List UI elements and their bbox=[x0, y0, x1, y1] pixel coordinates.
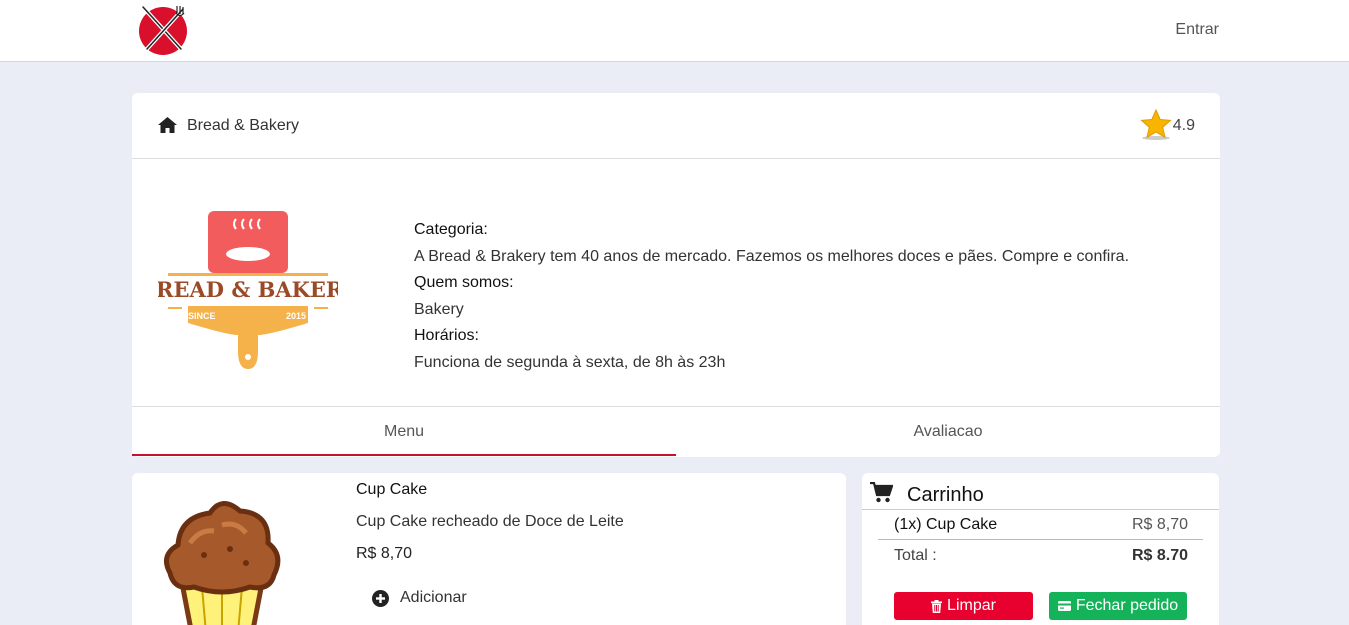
about-label: Quem somos: bbox=[414, 274, 514, 291]
add-label: Adicionar bbox=[400, 589, 467, 606]
category-label: Categoria: bbox=[414, 221, 488, 238]
store-tabs: Menu Avaliacao bbox=[132, 407, 1220, 456]
bakery-logo: BREAD & BAKERY SINCE 2015 bbox=[158, 211, 338, 369]
cart-panel: Carrinho (1x) Cup Cake R$ 8,70 Total : R… bbox=[862, 473, 1219, 625]
trash-icon bbox=[931, 599, 943, 613]
cart-header: Carrinho bbox=[862, 473, 1219, 510]
cart-total-value: R$ 8.70 bbox=[1131, 547, 1188, 564]
login-link[interactable]: Entrar bbox=[1175, 21, 1219, 39]
cart-item-price: R$ 8,70 bbox=[1131, 516, 1188, 533]
product-name: Cup Cake bbox=[356, 481, 428, 498]
cart-item-label: (1x) Cup Cake bbox=[894, 516, 998, 533]
product-card: Cup Cake Cup Cake recheado de Doce de Le… bbox=[132, 473, 846, 625]
hours-value: Funciona de segunda à sexta, de 8h às 23… bbox=[414, 354, 726, 371]
shopping-cart-icon bbox=[870, 482, 893, 503]
home-icon bbox=[158, 117, 177, 133]
cart-total: Total : R$ 8.70 bbox=[878, 540, 1203, 574]
product-price: R$ 8,70 bbox=[356, 545, 413, 562]
product-description: Cup Cake recheado de Doce de Leite bbox=[356, 513, 624, 530]
star-icon bbox=[1140, 109, 1172, 140]
svg-text:SINCE: SINCE bbox=[188, 311, 216, 321]
store-card: Bread & Bakery 4.9 BREAD & BAKERY SINCE … bbox=[132, 93, 1220, 457]
top-navbar: Entrar bbox=[0, 0, 1349, 62]
store-header: Bread & Bakery 4.9 bbox=[132, 93, 1220, 159]
restaurant-logo-icon[interactable] bbox=[137, 3, 189, 55]
hours-label: Horários: bbox=[414, 327, 479, 344]
add-to-cart-button[interactable]: Adicionar bbox=[372, 589, 467, 607]
store-name: Bread & Bakery bbox=[187, 117, 300, 134]
tab-menu[interactable]: Menu bbox=[132, 407, 676, 456]
plus-circle-icon bbox=[372, 589, 389, 607]
clear-cart-button[interactable]: Limpar bbox=[894, 592, 1033, 620]
tab-avaliacao[interactable]: Avaliacao bbox=[676, 407, 1220, 456]
cart-title: Carrinho bbox=[907, 484, 984, 506]
svg-text:2015: 2015 bbox=[286, 311, 306, 321]
category-value: A Bread & Brakery tem 40 anos de mercado… bbox=[414, 248, 1130, 265]
cart-total-label: Total : bbox=[894, 547, 937, 564]
store-rating: 4.9 bbox=[1172, 117, 1195, 134]
cupcake-image bbox=[163, 501, 281, 625]
svg-text:BREAD & BAKERY: BREAD & BAKERY bbox=[158, 277, 338, 302]
about-value: Bakery bbox=[414, 301, 464, 318]
clear-cart-label: Limpar bbox=[947, 597, 996, 614]
checkout-button[interactable]: Fechar pedido bbox=[1049, 592, 1187, 620]
store-info: Categoria: A Bread & Brakery tem 40 anos… bbox=[414, 219, 1194, 378]
cart-item: (1x) Cup Cake R$ 8,70 bbox=[878, 510, 1203, 540]
store-info-section: BREAD & BAKERY SINCE 2015 Categoria: A B… bbox=[132, 159, 1220, 407]
checkout-label: Fechar pedido bbox=[1075, 597, 1179, 614]
credit-card-icon bbox=[1057, 601, 1071, 611]
